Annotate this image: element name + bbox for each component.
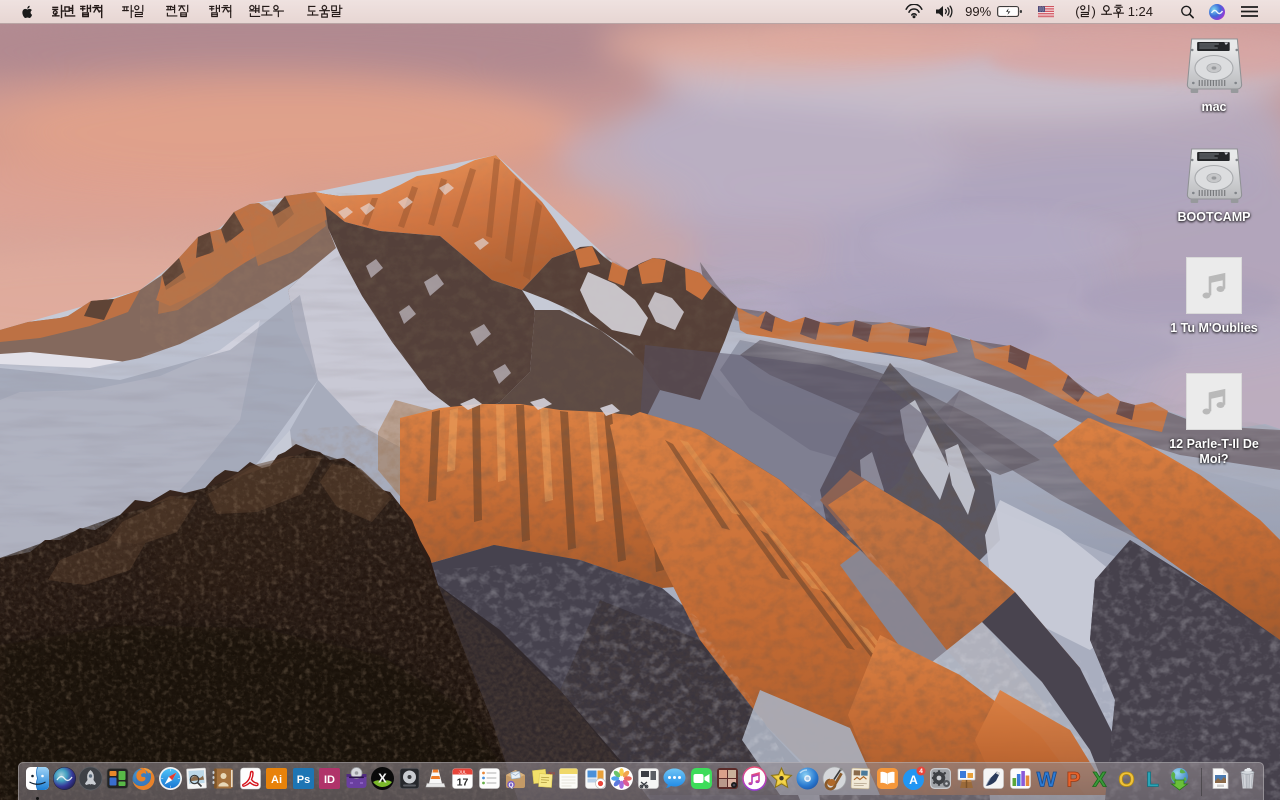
svg-text:A: A [909, 773, 918, 787]
svg-text:W: W [1037, 769, 1057, 792]
svg-text:JUL: JUL [458, 770, 466, 775]
svg-text:P: P [1066, 769, 1080, 792]
svg-text:X: X [378, 771, 387, 786]
svg-text:Note: Note [548, 770, 555, 776]
svg-text:Ps: Ps [296, 774, 309, 786]
svg-text:4: 4 [919, 768, 923, 775]
svg-text:L: L [1146, 769, 1159, 792]
svg-text:O: O [1118, 769, 1134, 792]
svg-text:17: 17 [457, 777, 469, 789]
svg-text:X: X [1093, 769, 1107, 792]
svg-text:Ai: Ai [271, 774, 282, 786]
svg-text:ID: ID [324, 774, 335, 786]
svg-text:Q: Q [508, 782, 513, 789]
